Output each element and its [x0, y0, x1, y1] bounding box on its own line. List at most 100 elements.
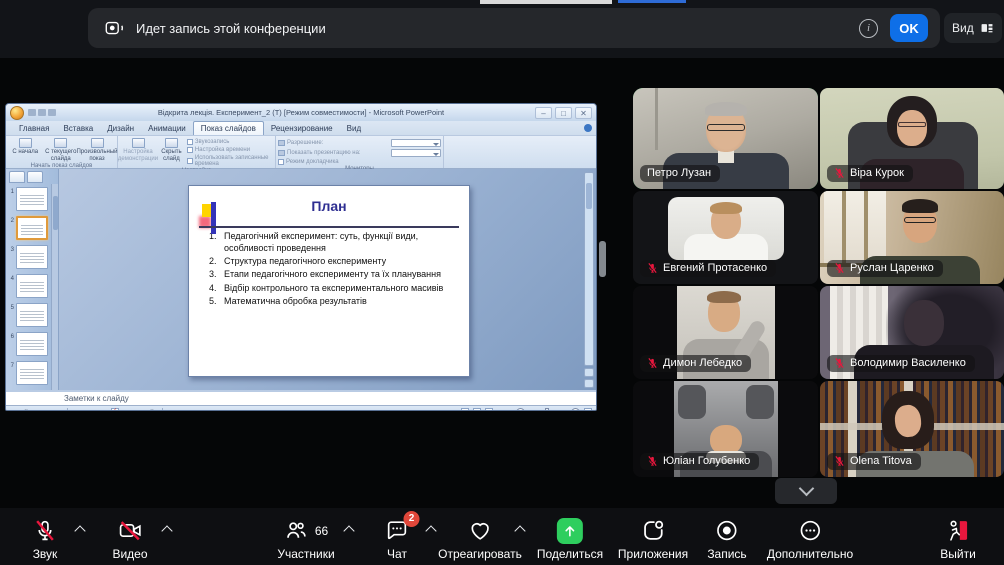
resolution-dropdown[interactable]: [391, 139, 441, 147]
theme-name: "Омега": [76, 408, 103, 412]
participant-name-tag: Юліан Голубенко: [640, 453, 759, 470]
tab-dizayn[interactable]: Дизайн: [100, 122, 141, 135]
slide-item: Структура педагогічного експерименту: [219, 255, 459, 267]
react-button[interactable]: Отреагировать: [438, 517, 522, 561]
slide-sorter-button[interactable]: [473, 408, 481, 411]
participants-button[interactable]: 66 Участники: [277, 517, 334, 561]
slideshow-view-button[interactable]: [485, 408, 493, 411]
collapse-gallery-button[interactable]: [775, 478, 837, 504]
leave-meeting-icon: [945, 518, 971, 543]
slide-thumb-3[interactable]: 3: [8, 245, 50, 269]
more-button[interactable]: Дополнительно: [767, 517, 853, 561]
zoom-in-button[interactable]: +: [571, 408, 580, 412]
rehearse-timings-check[interactable]: Настройка времени: [187, 147, 273, 153]
recording-text: Идет запись этой конференции: [136, 21, 859, 36]
audio-button[interactable]: Звук: [33, 517, 58, 561]
meeting-toolbar: Звук Видео 66 Участники: [0, 508, 1004, 565]
slides-outline-tabs[interactable]: [6, 169, 58, 184]
slide-bullet-list: Педагогічний експеримент: суть, функції …: [219, 230, 459, 307]
audio-options-caret[interactable]: [74, 525, 85, 536]
setup-show-button[interactable]: Настройка демонстрации: [120, 137, 156, 162]
participant-tile-olena-titova[interactable]: Olena Titova: [820, 381, 1004, 477]
record-narration-check[interactable]: Звукозапись: [187, 139, 273, 145]
view-button[interactable]: Вид: [944, 13, 1002, 43]
tab-pokaz-slaydov[interactable]: Показ слайдов: [193, 121, 264, 135]
spellcheck-icon[interactable]: [111, 408, 119, 411]
shared-powerpoint-window: Відкрита лекція. Експеримент_2 (Т) [Режи…: [5, 103, 597, 411]
custom-show-button[interactable]: Произвольный показ: [79, 137, 115, 162]
participant-tile-petro-luzan[interactable]: Петро Лузан: [633, 88, 818, 189]
zoom-level: 65%: [497, 408, 512, 412]
share-indicator-strip: [480, 0, 612, 4]
ok-button[interactable]: OK: [890, 14, 928, 42]
language-indicator: русский: [127, 408, 154, 412]
slide-thumbnails-panel: 1 2 3 4 5 6 7 8: [6, 169, 59, 390]
use-timings-check[interactable]: Использовать записанные времена: [187, 155, 273, 167]
show-on-dropdown[interactable]: [391, 149, 441, 157]
slide-thumb-5[interactable]: 5: [8, 303, 50, 327]
panel-drag-handle[interactable]: [599, 241, 606, 277]
maximize-button[interactable]: □: [555, 107, 572, 119]
share-button[interactable]: Поделиться: [537, 517, 603, 561]
ppt-window-title: Відкрита лекція. Експеримент_2 (Т) [Режи…: [6, 108, 596, 117]
record-button[interactable]: Запись: [707, 517, 746, 561]
from-beginning-button[interactable]: С начала: [8, 137, 43, 156]
show-on-row[interactable]: Показать презентацию на:: [278, 149, 441, 157]
chat-badge: 2: [404, 511, 420, 527]
zoom-out-button[interactable]: –: [516, 408, 525, 412]
tab-retsenzirovanie[interactable]: Рецензирование: [264, 122, 340, 135]
tab-vstavka[interactable]: Вставка: [56, 122, 100, 135]
muted-mic-icon: [834, 357, 845, 369]
participant-name-tag: Володимир Василенко: [827, 355, 975, 372]
notes-pane[interactable]: Заметки к слайду: [6, 390, 596, 405]
chat-options-caret[interactable]: [425, 525, 436, 536]
minimize-button[interactable]: –: [535, 107, 552, 119]
participant-tile-evgeniy-protasenko[interactable]: Евгений Протасенко: [633, 191, 818, 284]
slide-nav-buttons[interactable]: [584, 368, 594, 388]
slide-thumb-2[interactable]: 2: [8, 216, 50, 240]
fit-to-window-button[interactable]: [584, 408, 592, 411]
slide-thumb-7[interactable]: 7: [8, 361, 50, 385]
tab-vid[interactable]: Вид: [340, 122, 368, 135]
participant-name-tag: Olena Titova: [827, 453, 921, 470]
participant-tile-vira-kurok[interactable]: Віра Курок: [820, 88, 1004, 189]
quick-access-toolbar[interactable]: [28, 109, 56, 116]
muted-mic-icon: [834, 455, 845, 467]
thumbnails-scrollbar[interactable]: [51, 184, 58, 390]
participant-tile-yulian-holubenko[interactable]: Юліан Голубенко: [633, 381, 818, 477]
slide-vertical-scrollbar[interactable]: [584, 172, 594, 366]
tab-animatsii[interactable]: Анимации: [141, 122, 193, 135]
resolution-row[interactable]: Разрешение:: [278, 139, 441, 147]
from-current-slide-button[interactable]: С текущего слайда: [44, 137, 79, 162]
ellipsis-icon: [798, 518, 823, 543]
layout-grid-icon: [980, 21, 994, 35]
leave-button[interactable]: Выйти: [940, 517, 976, 561]
video-button[interactable]: Видео: [112, 517, 147, 561]
slide-title: План: [189, 186, 469, 214]
apps-button[interactable]: Приложения: [618, 517, 688, 561]
office-button[interactable]: [10, 106, 24, 120]
slide-title-rule: [199, 226, 459, 228]
participant-name-tag: Евгений Протасенко: [640, 260, 776, 277]
close-button[interactable]: ✕: [575, 107, 592, 119]
info-icon[interactable]: i: [859, 19, 878, 38]
muted-mic-icon: [647, 357, 658, 369]
slide-thumb-1[interactable]: 1: [8, 187, 50, 211]
slide-thumb-6[interactable]: 6: [8, 332, 50, 356]
share-indicator-tab: [618, 0, 686, 3]
hide-slide-button[interactable]: Скрыть слайд: [157, 137, 186, 162]
recording-camera-icon: [104, 17, 126, 39]
zoom-meeting-window: Идет запись этой конференции i OK Вид Ві…: [0, 0, 1004, 565]
participant-tile-dimon-lebedko[interactable]: Димон Лебедко: [633, 286, 818, 379]
participant-tile-ruslan-tsarenko[interactable]: Руслан Царенко: [820, 191, 1004, 284]
video-options-caret[interactable]: [161, 525, 172, 536]
normal-view-button[interactable]: [461, 408, 469, 411]
chat-button[interactable]: 2 Чат: [385, 517, 410, 561]
slide-thumb-4[interactable]: 4: [8, 274, 50, 298]
slide-editing-area: План Педагогічний експеримент: суть, фун…: [59, 169, 596, 390]
help-icon[interactable]: [584, 124, 592, 132]
participants-options-caret[interactable]: [343, 525, 354, 536]
muted-mic-icon: [647, 262, 658, 274]
participant-tile-volodymyr-vasylenko[interactable]: Володимир Василенко: [820, 286, 1004, 379]
tab-glavnaya[interactable]: Главная: [12, 122, 56, 135]
